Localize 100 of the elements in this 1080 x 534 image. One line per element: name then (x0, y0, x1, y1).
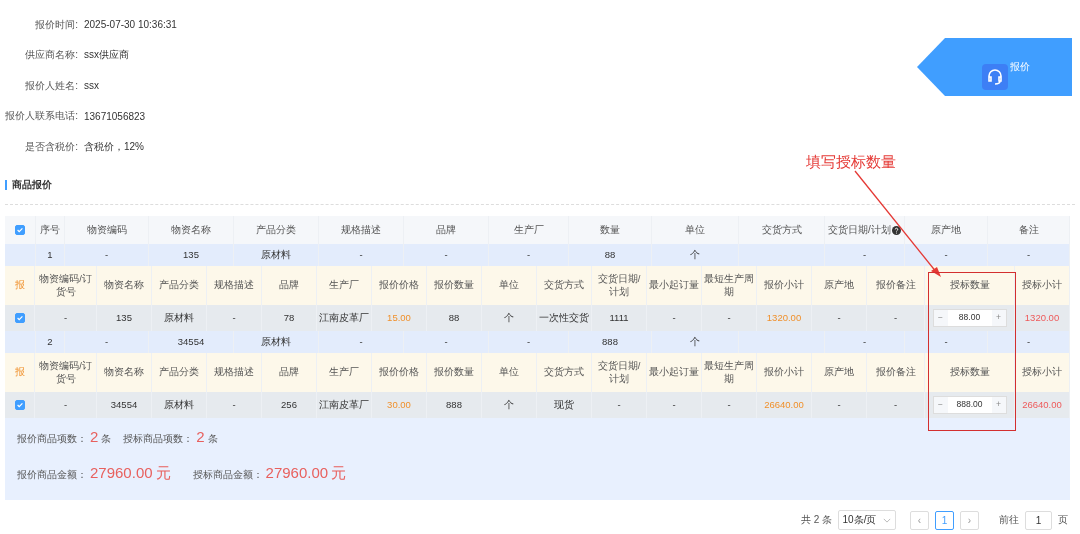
column-header: 规格描述 (214, 366, 254, 379)
column-header: 报价备注 (875, 279, 916, 292)
table-cell: 现货 (554, 398, 574, 412)
table-cell: 15.00 (387, 311, 411, 325)
column-header: 授标小计 (1022, 366, 1062, 379)
table-cell: - (727, 311, 731, 325)
column-header: 交货日期/计划 (596, 272, 642, 299)
column-header: 报价价格 (379, 366, 419, 379)
table-cell: 个 (690, 248, 700, 262)
field-label: 供应商名称: (24, 48, 78, 62)
table-cell: - (104, 335, 109, 349)
column-header: 单位 (499, 279, 519, 292)
total-value: 2 (90, 428, 99, 445)
total-value: 27960.00 (90, 464, 153, 481)
field-value: 13671056823 (84, 110, 146, 122)
table-cell: 135 (183, 248, 199, 262)
table-cell: - (444, 248, 448, 262)
field-value: ssx供应商 (84, 48, 129, 62)
total-label: 授标商品金额： (192, 469, 263, 482)
table-cell: 888 (446, 398, 462, 412)
column-header: 交货日期/计划 (596, 359, 642, 386)
column-header: 生产厂 (329, 366, 359, 379)
annotation-text: 填写授标数量 (806, 153, 896, 172)
column-header: 物资编码 (86, 223, 127, 237)
table-cell: 个 (504, 398, 514, 412)
table-cell: 88 (604, 248, 616, 262)
chevron-down-icon (883, 517, 892, 523)
column-header: 报价数量 (434, 366, 474, 379)
table-cell: 34554 (110, 398, 138, 412)
table-cell: - (1026, 248, 1031, 262)
table-cell: - (837, 398, 841, 412)
column-header: 报 (14, 366, 25, 379)
checkbox[interactable] (15, 225, 25, 235)
quantity-stepper[interactable]: − 88.00 + (932, 309, 1007, 327)
quantity-stepper[interactable]: − 888.00 + (932, 396, 1007, 414)
table-cell: - (893, 311, 898, 325)
column-header: 规格描述 (214, 279, 254, 292)
column-header: 规格描述 (341, 223, 381, 237)
column-header: 物资名称 (171, 223, 211, 237)
total-unit: 条 (101, 432, 112, 446)
table-cell: 江南皮革厂 (319, 311, 369, 325)
table-cell: 26640.00 (1022, 398, 1062, 412)
total-label: 授标商品项数： (123, 433, 194, 446)
column-header: 授标数量 (949, 279, 990, 292)
total-label: 报价商品金额： (17, 469, 87, 482)
column-header: 授标小计 (1022, 279, 1062, 292)
total-unit: 条 (207, 432, 218, 446)
checkbox[interactable] (14, 400, 25, 410)
column-header: 交货日期/计划 (828, 223, 891, 237)
column-header: 报价小计 (764, 279, 804, 292)
table-cell: 原材料 (164, 311, 194, 325)
column-header: 授标数量 (949, 366, 990, 379)
table-cell: - (63, 311, 68, 325)
table-cell: 江南皮革厂 (319, 398, 369, 412)
checkbox[interactable] (14, 313, 25, 323)
column-header: 报价数量 (434, 279, 474, 292)
field-value: 含税价，12% (84, 139, 144, 154)
table-cell: 30.00 (387, 398, 411, 412)
total-value: 27960.00 (265, 464, 329, 481)
table-cell: - (672, 311, 676, 325)
column-header: 单位 (685, 223, 705, 237)
table-cell: - (232, 311, 236, 325)
column-header: 数量 (600, 223, 620, 237)
column-header: 品牌 (279, 279, 299, 292)
table-cell: 原材料 (261, 335, 291, 349)
column-header: 单位 (499, 366, 519, 379)
table-cell: - (893, 398, 898, 412)
column-header: 原产地 (824, 366, 854, 379)
table-cell: - (359, 248, 363, 262)
table-cell: 个 (504, 311, 514, 325)
table-cell: 1320.00 (766, 311, 802, 325)
table-cell: - (444, 335, 448, 349)
column-header: 产品分类 (159, 279, 199, 292)
headset-icon[interactable] (982, 64, 1008, 90)
column-header: 品牌 (279, 366, 299, 379)
page-size-select[interactable]: 10条/页 (838, 510, 896, 530)
table-cell: - (526, 248, 531, 262)
column-header: 交货方式 (761, 223, 802, 237)
table-cell: - (232, 398, 236, 412)
field-label: 报价人联系电话: (4, 109, 78, 123)
column-header: 最小起订量 (649, 366, 699, 379)
table-cell: 1111 (609, 311, 629, 325)
table-cell: 135 (116, 311, 132, 325)
column-header: 交货方式 (544, 366, 584, 379)
table-cell: - (1026, 335, 1031, 349)
column-header: 报价小计 (764, 366, 804, 379)
column-header: 原产地 (931, 223, 961, 237)
goto-label: 前往 (999, 513, 1019, 527)
help-icon[interactable] (891, 225, 901, 235)
column-header: 备注 (1018, 223, 1039, 237)
goto-page-field[interactable]: 1 (1025, 510, 1052, 530)
column-header: 生产厂 (513, 223, 544, 237)
table-cell: - (837, 311, 841, 325)
table-cell: - (63, 398, 68, 412)
table-cell: 88 (448, 311, 460, 325)
column-header: 物资名称 (104, 279, 144, 292)
table-cell: - (944, 248, 948, 262)
table-cell: - (862, 248, 867, 262)
field-label: 报价时间: (34, 17, 78, 32)
table-cell: 78 (283, 311, 295, 325)
